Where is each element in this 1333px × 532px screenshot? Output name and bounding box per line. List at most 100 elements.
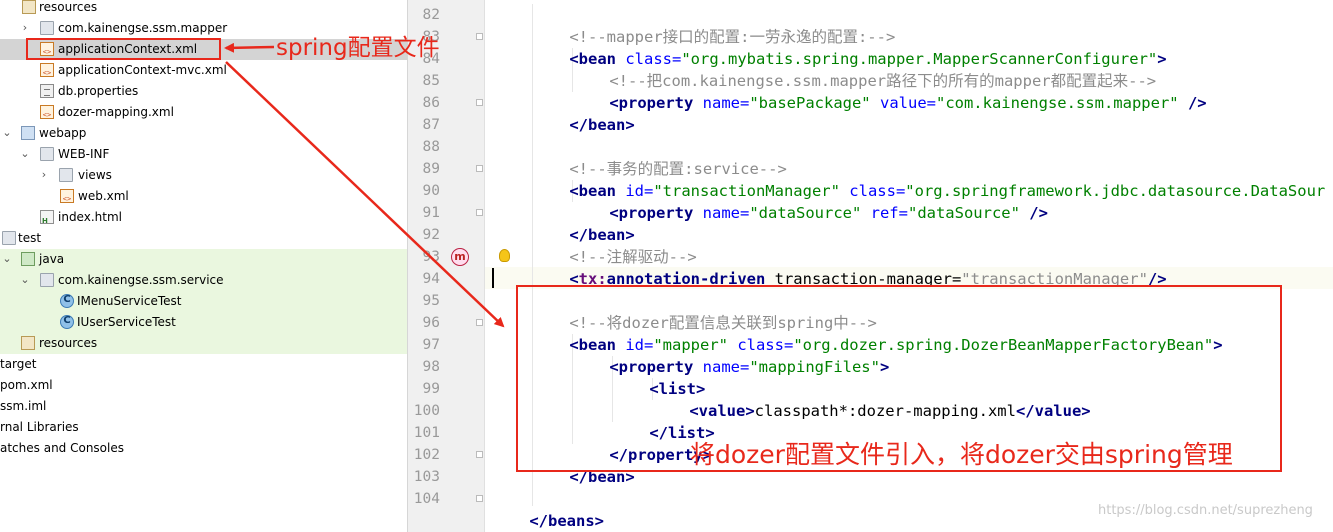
code-line-86[interactable]: </bean> [532, 92, 634, 134]
spring-bean-icon[interactable]: m [451, 248, 469, 266]
tree-item-label: db.properties [58, 84, 139, 98]
tree-item-pom-xml[interactable]: pom.xml [0, 375, 407, 396]
code-line-82[interactable]: <!--mapper接口的配置:一劳永逸的配置:--> [532, 4, 895, 46]
bracket: /> [1178, 94, 1207, 112]
line-number: 99 [422, 381, 440, 397]
tree-item-web-inf[interactable]: ⌄ WEB-INF [0, 144, 407, 165]
fold-icon[interactable] [476, 99, 483, 106]
attr-value: "basePackage" [749, 94, 871, 112]
line-number: 89 [422, 161, 440, 177]
code-line-91[interactable]: </bean> [532, 202, 634, 244]
tree-item-db-properties[interactable]: db.properties [0, 81, 407, 102]
code-line-92[interactable]: <!--注解驱动--> [532, 224, 696, 266]
bracket: > [1157, 50, 1167, 68]
tree-item-resources[interactable]: resources [0, 0, 407, 18]
closing-tag: </bean> [569, 116, 635, 134]
attr-value: "dataSource" [749, 204, 862, 222]
tree-item-iuserservicetest[interactable]: IUserServiceTest [0, 312, 407, 333]
line-number: 88 [422, 139, 440, 155]
tree-item-label: WEB-INF [58, 147, 110, 161]
tree-item-label: index.html [58, 210, 122, 224]
tree-item-imenuservicetest[interactable]: IMenuServiceTest [0, 291, 407, 312]
fold-icon[interactable] [476, 33, 483, 40]
resources-folder-icon [22, 0, 36, 14]
code-line-88[interactable]: <!--事务的配置:service--> [532, 136, 786, 178]
line-number: 91 [422, 205, 440, 221]
tree-item-label: com.kainengse.ssm.service [58, 273, 224, 287]
tree-item-service-package[interactable]: ⌄ com.kainengse.ssm.service [0, 270, 407, 291]
line-number: 98 [422, 359, 440, 375]
tree-item-label: webapp [39, 126, 87, 140]
chevron-down-icon[interactable]: ⌄ [1, 126, 13, 140]
tree-item-label: views [78, 168, 112, 182]
fold-icon[interactable] [476, 451, 483, 458]
tree-item-dozer-mapping[interactable]: dozer-mapping.xml [0, 102, 407, 123]
code-line-85[interactable]: <property name="basePackage" value="com.… [572, 70, 1206, 112]
fold-icon[interactable] [476, 495, 483, 502]
line-number: 85 [422, 73, 440, 89]
tree-item-java[interactable]: ⌄ java [0, 249, 407, 270]
tree-item-web-xml[interactable]: web.xml [0, 186, 407, 207]
annotation-dozer-note: 将dozer配置文件引入，将dozer交由spring管理 [690, 440, 1233, 469]
tree-item-views[interactable]: › views [0, 165, 407, 186]
bracket: /> [1019, 204, 1048, 222]
chevron-down-icon[interactable]: ⌄ [19, 147, 31, 161]
line-number: 103 [413, 469, 440, 485]
line-number: 104 [413, 491, 440, 507]
chevron-down-icon[interactable]: ⌄ [19, 273, 31, 287]
tree-item-label: com.kainengse.ssm.mapper [58, 21, 228, 35]
tree-item-ssm-iml[interactable]: ssm.iml [0, 396, 407, 417]
tree-item-external-libraries[interactable]: rnal Libraries [0, 417, 407, 438]
tree-item-scratches[interactable]: atches and Consoles [0, 438, 407, 459]
fold-icon[interactable] [476, 165, 483, 172]
tree-item-label: resources [39, 0, 98, 14]
tree-item-label: pom.xml [0, 378, 53, 392]
tree-item-test-resources[interactable]: resources [0, 333, 407, 354]
tree-item-label: IMenuServiceTest [77, 294, 182, 308]
line-number: 93 [422, 249, 440, 265]
attr-value: "dataSource" [907, 204, 1020, 222]
attr-name: ref= [861, 204, 908, 222]
code-line-84[interactable]: <!--把com.kainengse.ssm.mapper路径下的所有的mapp… [572, 48, 1156, 90]
line-number: 92 [422, 227, 440, 243]
web-folder-icon [21, 126, 35, 140]
fold-icon[interactable] [476, 209, 483, 216]
line-number: 95 [422, 293, 440, 309]
fold-icon[interactable] [476, 319, 483, 326]
line-number: 100 [413, 403, 440, 419]
highlight-box-applicationcontext [26, 38, 221, 60]
line-number: 82 [422, 7, 440, 23]
tree-item-label: java [39, 252, 65, 266]
package-folder-icon [40, 21, 54, 35]
line-number: 86 [422, 95, 440, 111]
code-line-83[interactable]: <bean class="org.mybatis.spring.mapper.M… [532, 26, 1166, 68]
lightbulb-icon[interactable] [499, 249, 510, 262]
line-number: 101 [413, 425, 440, 441]
code-line-90[interactable]: <property name="dataSource" ref="dataSou… [572, 180, 1048, 222]
attr-name: name= [693, 204, 750, 222]
annotation-spring-config: spring配置文件 [276, 35, 440, 61]
tree-item-index-html[interactable]: index.html [0, 207, 407, 228]
class-icon [60, 315, 74, 329]
line-number: 97 [422, 337, 440, 353]
tree-item-test[interactable]: test [0, 228, 407, 249]
tree-item-target[interactable]: target [0, 354, 407, 375]
xml-file-icon [40, 105, 54, 119]
tree-item-label: IUserServiceTest [77, 315, 176, 329]
code-line-89[interactable]: <bean id="transactionManager" class="org… [532, 158, 1325, 200]
code-line-104[interactable]: </beans> [492, 488, 604, 530]
tree-item-label: rnal Libraries [0, 420, 79, 434]
tree-item-label: atches and Consoles [0, 441, 124, 455]
tree-item-webapp[interactable]: ⌄ webapp [0, 123, 407, 144]
chevron-down-icon[interactable]: ⌄ [1, 252, 13, 266]
chevron-right-icon[interactable]: › [19, 21, 31, 35]
attr-name: value= [870, 94, 936, 112]
properties-file-icon [40, 84, 54, 98]
text-caret [492, 268, 494, 288]
tree-item-applicationcontext-mvc[interactable]: applicationContext-mvc.xml [0, 60, 407, 81]
chevron-right-icon[interactable]: › [38, 168, 50, 182]
code-line-93[interactable]: <tx:annotation-driven transaction-manage… [532, 246, 1166, 288]
folder-icon [59, 168, 73, 182]
xml-file-icon [40, 63, 54, 77]
line-number: 94 [422, 271, 440, 287]
